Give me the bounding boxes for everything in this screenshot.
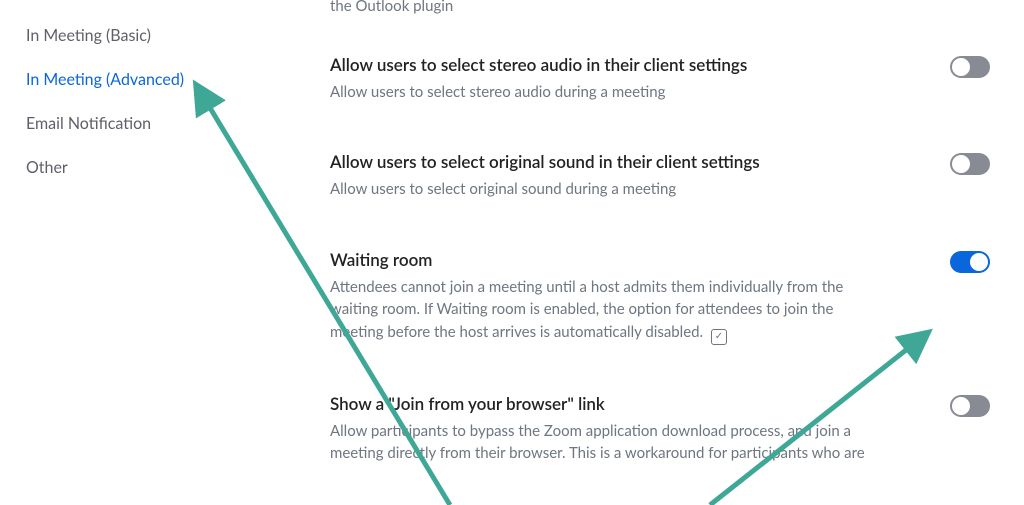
toggle-original-sound[interactable] <box>950 153 990 175</box>
sidebar-item-in-meeting-basic[interactable]: In Meeting (Basic) <box>26 14 300 58</box>
sidebar-item-email-notification[interactable]: Email Notification <box>26 102 300 146</box>
modified-reset-icon[interactable]: ✓ <box>711 329 727 345</box>
setting-title: Allow users to select original sound in … <box>330 151 910 172</box>
sidebar-item-other[interactable]: Other <box>26 146 300 190</box>
setting-desc-text: Attendees cannot join a meeting until a … <box>330 278 843 341</box>
setting-desc: Allow users to select original sound dur… <box>330 178 890 201</box>
setting-desc: Allow participants to bypass the Zoom ap… <box>330 420 890 465</box>
setting-title: Waiting room <box>330 249 910 270</box>
setting-desc: Attendees cannot join a meeting until a … <box>330 276 890 345</box>
setting-title: Allow users to select stereo audio in th… <box>330 54 910 75</box>
setting-title: Show a "Join from your browser" link <box>330 393 910 414</box>
settings-main: the Outlook plugin Allow users to select… <box>300 0 1024 505</box>
setting-desc: Allow users to select stereo audio durin… <box>330 81 890 104</box>
settings-sidebar: In Meeting (Basic) In Meeting (Advanced)… <box>0 0 300 505</box>
setting-original-sound: Allow users to select original sound in … <box>330 151 990 201</box>
sidebar-item-in-meeting-advanced[interactable]: In Meeting (Advanced) <box>26 58 300 102</box>
partial-previous-setting-desc: the Outlook plugin <box>330 0 890 18</box>
setting-waiting-room: Waiting room Attendees cannot join a mee… <box>330 249 990 345</box>
toggle-join-from-browser[interactable] <box>950 395 990 417</box>
toggle-stereo-audio[interactable] <box>950 56 990 78</box>
setting-stereo-audio: Allow users to select stereo audio in th… <box>330 54 990 104</box>
toggle-waiting-room[interactable] <box>950 251 990 273</box>
setting-join-from-browser: Show a "Join from your browser" link All… <box>330 393 990 465</box>
